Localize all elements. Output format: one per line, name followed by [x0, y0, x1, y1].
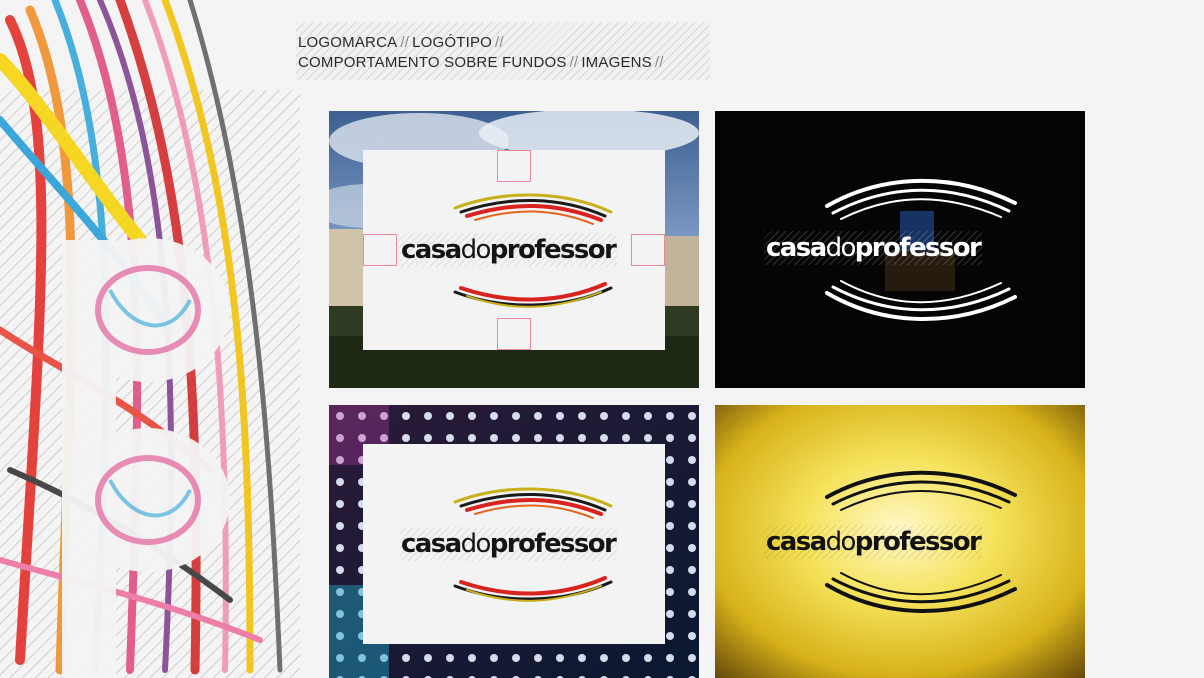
wordmark-professor: professor: [854, 527, 982, 557]
brand-wordmark: casadoprofessor: [399, 527, 618, 561]
wordmark-professor: professor: [489, 529, 617, 559]
wordmark-casa: casa: [766, 233, 827, 263]
panel-yellow-background: casadoprofessor: [715, 405, 1085, 678]
wordmark-casa: casa: [401, 235, 462, 265]
header-separator: //: [495, 34, 504, 51]
header-line-2: COMPORTAMENTO SOBRE FUNDOS//IMAGENS//: [298, 54, 667, 71]
header-separator: //: [400, 34, 410, 51]
clearspace-guide-bottom: [497, 318, 531, 350]
brand-wordmark: casadoprofessor: [764, 231, 983, 265]
wordmark-do: do: [460, 235, 492, 265]
clearspace-guide-top: [497, 150, 531, 182]
wordmark-casa: casa: [401, 529, 462, 559]
wordmark-professor: professor: [854, 233, 982, 263]
header-separator: //: [569, 54, 579, 71]
decorative-brush-artwork: [0, 0, 300, 678]
panel-black-background: casadoprofessor: [715, 111, 1085, 388]
header-subtitle-comportamento: COMPORTAMENTO SOBRE FUNDOS: [298, 54, 567, 71]
section-header: LOGOMARCA//LOGÓTIPO// COMPORTAMENTO SOBR…: [296, 22, 710, 80]
panel-sky-background: casadoprofessor: [329, 111, 699, 388]
wordmark-do: do: [825, 233, 857, 263]
brand-guidelines-page: LOGOMARCA//LOGÓTIPO// COMPORTAMENTO SOBR…: [0, 0, 1204, 678]
logo-white-card: casadoprofessor: [363, 444, 665, 644]
logo-white-card: casadoprofessor: [363, 150, 665, 350]
wordmark-do: do: [825, 527, 857, 557]
header-title-logotipo: LOGÓTIPO: [412, 34, 493, 51]
brush-strokes-illustration: [0, 0, 300, 678]
wordmark-casa: casa: [766, 527, 827, 557]
header-subtitle-imagens: IMAGENS: [581, 54, 652, 71]
clearspace-guide-left: [363, 234, 397, 266]
header-title-logomarca: LOGOMARCA: [298, 34, 398, 51]
brand-wordmark: casadoprofessor: [764, 525, 983, 559]
brand-wordmark: casadoprofessor: [399, 233, 618, 267]
clearspace-guide-right: [631, 234, 665, 266]
wordmark-do: do: [460, 529, 492, 559]
wordmark-professor: professor: [489, 235, 617, 265]
header-separator: //: [654, 54, 664, 71]
header-line-1: LOGOMARCA//LOGÓTIPO//: [298, 34, 507, 51]
panel-led-background: casadoprofessor: [329, 405, 699, 678]
